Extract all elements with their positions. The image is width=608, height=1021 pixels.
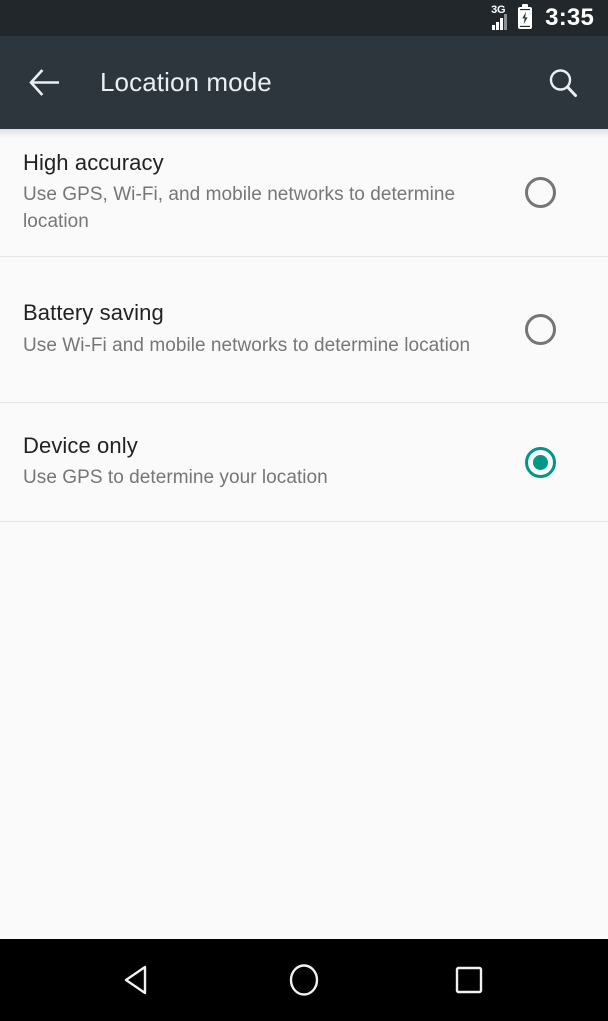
option-text-battery-saving: Battery saving Use Wi-Fi and mobile netw… — [23, 300, 525, 359]
status-bar-indicators: 3G 3:35 — [491, 4, 594, 31]
network-type-label: 3G — [491, 4, 506, 16]
android-screen: 3G 3:35 Location mode High accuracy Use … — [0, 0, 608, 1021]
signal-bar-4 — [504, 14, 508, 30]
back-arrow-icon — [29, 68, 59, 96]
triangle-back-icon — [124, 965, 146, 995]
square-recents-icon — [456, 966, 483, 994]
option-row-battery-saving[interactable]: Battery saving Use Wi-Fi and mobile netw… — [0, 257, 608, 403]
signal-bar-1 — [492, 25, 496, 30]
search-icon — [549, 68, 577, 97]
back-nav-button[interactable] — [103, 944, 175, 1016]
cellular-signal-icon: 3G — [491, 4, 508, 30]
option-title: Battery saving — [23, 300, 164, 326]
option-subtitle: Use GPS to determine your location — [23, 467, 328, 489]
signal-bar-2 — [496, 22, 500, 30]
radio-button-battery-saving[interactable] — [525, 314, 556, 345]
battery-charging-icon — [518, 7, 533, 29]
navigation-bar — [0, 939, 608, 1021]
status-bar-clock: 3:35 — [545, 4, 594, 31]
battery-bolt-glyph — [520, 10, 531, 26]
back-button[interactable] — [22, 60, 68, 106]
recents-nav-button[interactable] — [433, 944, 505, 1016]
option-text-device-only: Device only Use GPS to determine your lo… — [23, 433, 525, 492]
option-row-high-accuracy[interactable]: High accuracy Use GPS, Wi-Fi, and mobile… — [0, 129, 608, 257]
status-bar: 3G 3:35 — [0, 0, 608, 36]
home-nav-button[interactable] — [268, 944, 340, 1016]
search-button[interactable] — [540, 60, 586, 106]
location-mode-list: High accuracy Use GPS, Wi-Fi, and mobile… — [0, 129, 608, 939]
option-row-device-only[interactable]: Device only Use GPS to determine your lo… — [0, 403, 608, 522]
circle-home-icon — [289, 964, 319, 996]
signal-bars — [492, 14, 508, 30]
option-subtitle: Use GPS, Wi-Fi, and mobile networks to d… — [23, 184, 456, 232]
option-title: Device only — [23, 432, 138, 458]
option-title: High accuracy — [23, 150, 164, 176]
radio-button-device-only[interactable] — [525, 446, 556, 478]
app-bar: Location mode — [0, 36, 608, 129]
radio-button-high-accuracy[interactable] — [525, 177, 556, 208]
page-title: Location mode — [100, 67, 272, 97]
signal-bar-3 — [500, 18, 504, 30]
option-subtitle: Use Wi-Fi and mobile networks to determi… — [23, 334, 471, 356]
option-text-high-accuracy: High accuracy Use GPS, Wi-Fi, and mobile… — [23, 150, 525, 235]
